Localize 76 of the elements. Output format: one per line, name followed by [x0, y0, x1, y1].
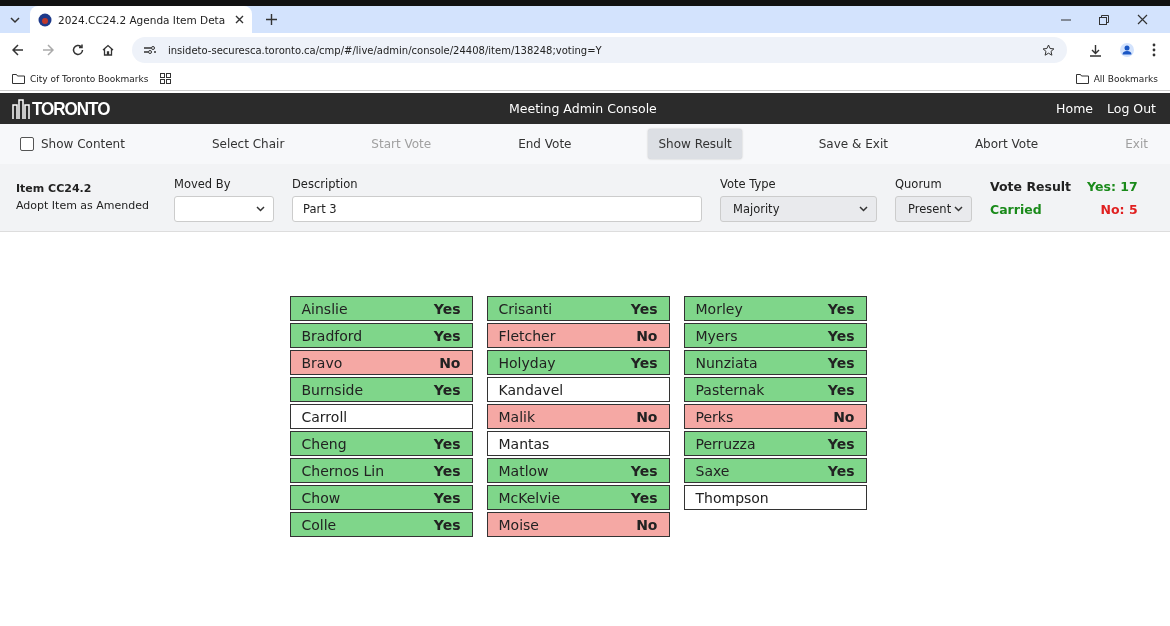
yes-count: Yes: 17	[1087, 179, 1138, 194]
bookmark-folder[interactable]: City of Toronto Bookmarks	[12, 73, 149, 84]
item-number: Item CC24.2	[16, 182, 93, 195]
member-name: Chow	[301, 489, 341, 506]
browser-tab[interactable]: 2024.CC24.2 Agenda Item Deta	[30, 6, 252, 33]
vote-value: Yes	[630, 354, 658, 371]
field-label: Vote Type	[720, 177, 777, 191]
toolbar-button[interactable]: Select Chair	[201, 129, 295, 159]
url-text: insideto-securesca.toronto.ca/cmp/#/live/admin/console/24408/item/138248;voting=Y	[168, 44, 602, 56]
description-field[interactable]: Part 3	[292, 196, 702, 222]
vote-outcome: Carried	[990, 202, 1043, 217]
member-name: Colle	[301, 516, 337, 533]
member-name: Kandavel	[498, 381, 564, 398]
member-name: Matlow	[498, 462, 549, 479]
member-name: Cheng	[301, 435, 347, 452]
vote-value: Yes	[827, 435, 855, 452]
vote-result-label: Vote Result	[990, 179, 1072, 194]
vote-value: Yes	[827, 300, 855, 317]
member-name: Chernos Lin	[301, 462, 385, 479]
quorum-select[interactable]: Present	[895, 196, 972, 222]
vote-value: No	[636, 327, 658, 344]
toolbar-button[interactable]: Show Result	[648, 129, 742, 159]
page-title: Meeting Admin Console	[508, 101, 658, 116]
show-content-checkbox[interactable]: Show Content	[20, 129, 135, 159]
member-name: Malik	[498, 408, 536, 425]
vote-value: Yes	[433, 489, 461, 506]
vote-value: No	[833, 408, 855, 425]
item-action: Adopt Item as Amended	[16, 199, 151, 212]
toolbar-button[interactable]: Abort Vote	[964, 129, 1049, 159]
member-name: Mantas	[498, 435, 550, 452]
all-bookmarks[interactable]: All Bookmarks	[1075, 73, 1158, 84]
member-name: Bradford	[301, 327, 363, 344]
nav-link[interactable]: Log Out	[1107, 101, 1156, 116]
vote-value: Yes	[433, 462, 461, 479]
vote-value: No	[439, 354, 461, 371]
vote-value: Yes	[433, 327, 461, 344]
field-label: Quorum	[895, 177, 943, 191]
member-name: Thompson	[695, 489, 769, 506]
vote-value: Yes	[630, 300, 658, 317]
vote-value: Yes	[433, 516, 461, 533]
member-name: Perks	[695, 408, 734, 425]
vote-value: Yes	[433, 300, 461, 317]
vote-type-select[interactable]: Majority	[720, 196, 877, 222]
toolbar-button[interactable]: End Vote	[508, 129, 582, 159]
member-name: Pasternak	[695, 381, 765, 398]
vote-value: Yes	[827, 462, 855, 479]
member-name: McKelvie	[498, 489, 561, 506]
vote-value: Yes	[827, 354, 855, 371]
member-name: Myers	[695, 327, 738, 344]
member-name: Crisanti	[498, 300, 553, 317]
member-name: Fletcher	[498, 327, 556, 344]
member-name: Morley	[695, 300, 743, 317]
vote-value: Yes	[433, 435, 461, 452]
member-name: Ainslie	[301, 300, 348, 317]
vote-value: No	[636, 516, 658, 533]
field-label: Moved By	[174, 177, 232, 191]
toolbar-button[interactable]: Save & Exit	[808, 129, 898, 159]
vote-value: No	[636, 408, 658, 425]
nav-link[interactable]: Home	[1056, 101, 1094, 116]
member-name: Perruzza	[695, 435, 756, 452]
member-name: Holyday	[498, 354, 556, 371]
address-bar[interactable]: insideto-securesca.toronto.ca/cmp/#/live/admin/console/24408/item/138248;voting=Y	[132, 37, 1067, 63]
field-label: Description	[292, 177, 359, 191]
vote-value: Yes	[630, 462, 658, 479]
logo-text: TORONTO	[32, 97, 110, 120]
member-name: Carroll	[301, 408, 348, 425]
member-name: Nunziata	[695, 354, 758, 371]
vote-value: Yes	[433, 381, 461, 398]
vote-value: Yes	[827, 327, 855, 344]
member-name: Saxe	[695, 462, 730, 479]
member-name: Burnside	[301, 381, 364, 398]
member-name: Bravo	[301, 354, 343, 371]
vote-value: Yes	[827, 381, 855, 398]
vote-value: Yes	[630, 489, 658, 506]
member-name: Moise	[498, 516, 539, 533]
no-count: No: 5	[1099, 202, 1138, 217]
